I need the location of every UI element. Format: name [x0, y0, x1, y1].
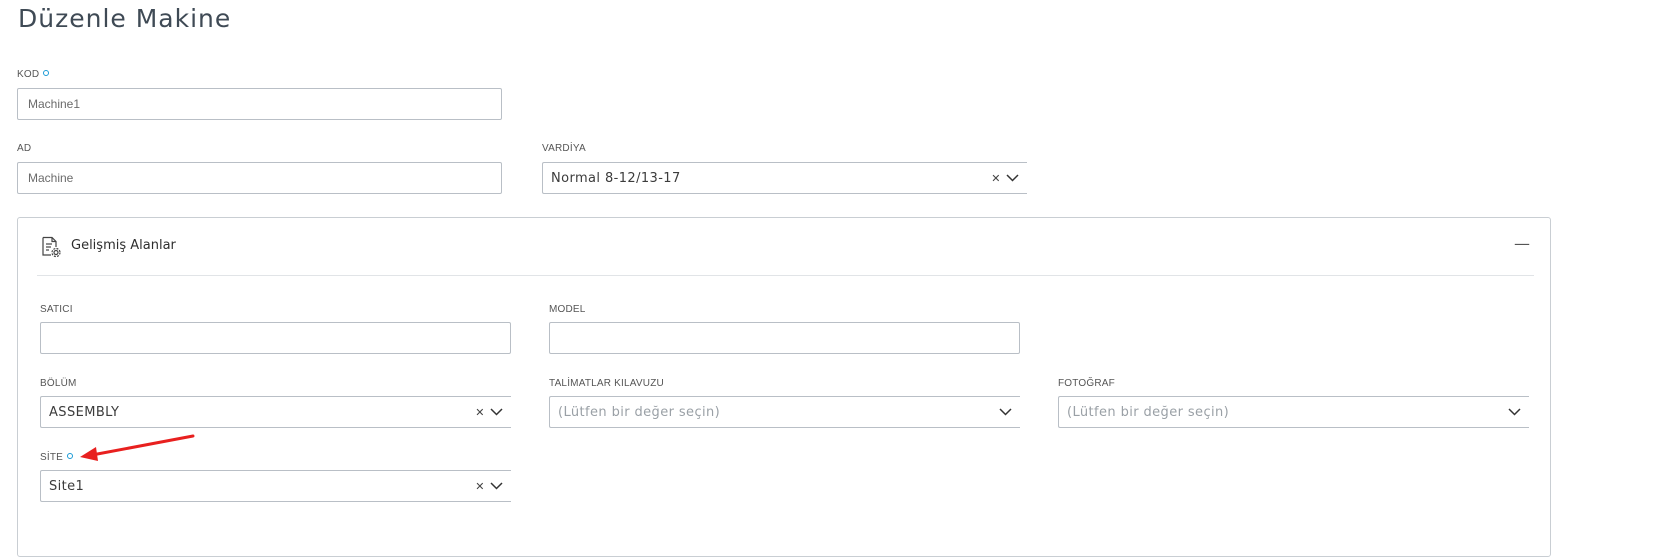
talimatlar-select[interactable]: (Lütfen bir değer seçin) [549, 396, 1020, 428]
bolum-select-value: ASSEMBLY [49, 404, 120, 420]
talimatlar-select-placeholder: (Lütfen bir değer seçin) [558, 404, 721, 420]
fotograf-label: FOTOĞRAF [1058, 378, 1115, 389]
panel-divider [37, 275, 1534, 276]
chevron-down-icon[interactable] [998, 405, 1012, 419]
ad-label: AD [17, 143, 32, 154]
kod-input-value: Machine1 [28, 97, 81, 111]
chevron-down-icon[interactable] [489, 479, 503, 493]
required-indicator-icon [43, 70, 50, 77]
kod-input[interactable]: Machine1 [17, 88, 502, 120]
page-title: Düzenle Makine [18, 4, 232, 33]
vardiya-select-value: Normal 8-12/13-17 [551, 170, 681, 186]
advanced-fields-panel: Gelişmiş Alanlar — SATICI MODEL BÖLÜM AS… [17, 217, 1551, 557]
bolum-select[interactable]: ASSEMBLY ✕ [40, 396, 511, 428]
model-input[interactable] [549, 322, 1020, 354]
clear-icon[interactable]: ✕ [473, 406, 487, 419]
chevron-down-icon[interactable] [1507, 405, 1521, 419]
chevron-down-icon[interactable] [489, 405, 503, 419]
clear-icon[interactable]: ✕ [473, 480, 487, 493]
clear-icon[interactable]: ✕ [989, 172, 1003, 185]
site-select-value: Site1 [49, 478, 85, 494]
site-select[interactable]: Site1 ✕ [40, 470, 511, 502]
vardiya-select[interactable]: Normal 8-12/13-17 ✕ [542, 162, 1027, 194]
satici-label: SATICI [40, 304, 73, 315]
bolum-label: BÖLÜM [40, 378, 77, 389]
document-settings-icon [40, 236, 62, 258]
ad-input-value: Machine [28, 171, 74, 185]
fotograf-select[interactable]: (Lütfen bir değer seçin) [1058, 396, 1529, 428]
site-label: SİTE [40, 452, 74, 463]
kod-label-text: KOD [17, 69, 40, 80]
advanced-fields-title: Gelişmiş Alanlar [71, 238, 176, 253]
model-label: MODEL [549, 304, 586, 315]
site-label-text: SİTE [40, 452, 64, 463]
kod-label: KOD [17, 69, 50, 80]
satici-input[interactable] [40, 322, 511, 354]
ad-input[interactable]: Machine [17, 162, 502, 194]
annotation-arrow-icon [80, 434, 195, 461]
collapse-button[interactable]: — [1514, 234, 1530, 253]
chevron-down-icon[interactable] [1005, 171, 1019, 185]
fotograf-select-placeholder: (Lütfen bir değer seçin) [1067, 404, 1230, 420]
talimatlar-label: TALİMATLAR KILAVUZU [549, 378, 664, 389]
vardiya-label: VARDİYA [542, 143, 586, 154]
